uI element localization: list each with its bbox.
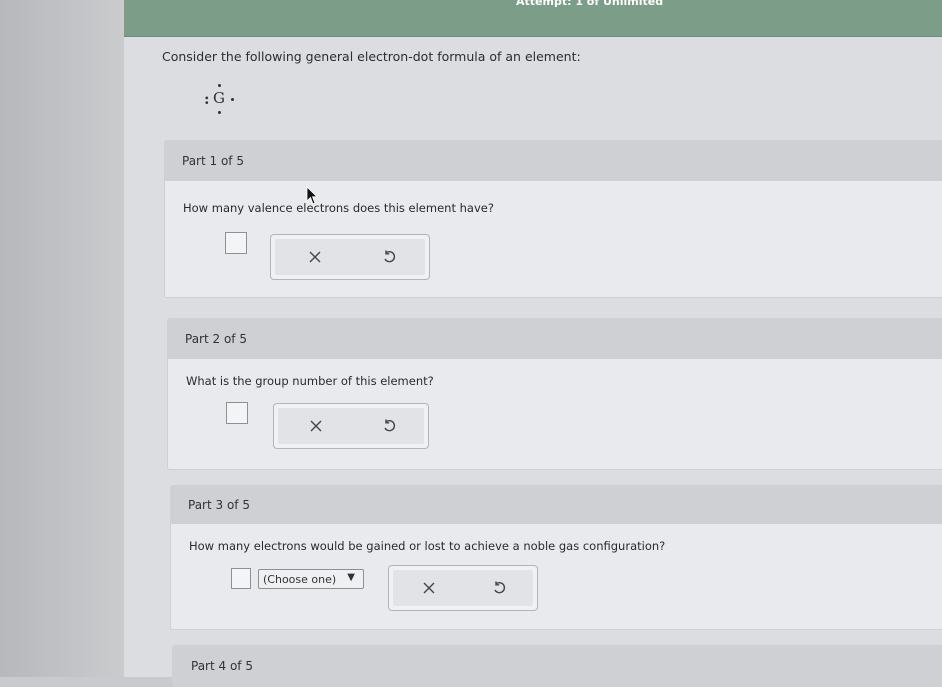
- part-4-label: Part 4 of 5: [191, 659, 253, 673]
- undo-icon: [494, 581, 506, 594]
- reset-button[interactable]: [379, 416, 399, 436]
- part-2-question: What is the group number of this element…: [186, 374, 434, 388]
- part-3-label: Part 3 of 5: [188, 498, 250, 512]
- electron-dot-right: [231, 98, 234, 101]
- part-1-label: Part 1 of 5: [182, 154, 244, 168]
- undo-icon: [384, 419, 396, 432]
- attempt-counter: Attempt: 1 of Unlimited: [516, 0, 664, 8]
- part-3-answer-input[interactable]: [231, 568, 251, 589]
- part-2-label: Part 2 of 5: [185, 332, 247, 346]
- clear-button[interactable]: [419, 578, 439, 598]
- part-4-panel: Part 4 of 5: [172, 645, 942, 687]
- screen-bezel: [0, 0, 140, 677]
- part-1-toolbar: [270, 234, 430, 280]
- question-prompt: Consider the following general electron-…: [162, 49, 581, 64]
- x-icon: [309, 251, 321, 263]
- part-3-toolbar: [388, 565, 538, 611]
- part-2-answer-input[interactable]: [226, 402, 248, 424]
- part-3-header: Part 3 of 5: [171, 486, 942, 524]
- part-4-header: Part 4 of 5: [173, 646, 942, 686]
- dropdown-value: (Choose one): [263, 572, 337, 586]
- dropdown-caret-icon: ▼: [347, 572, 355, 583]
- top-bar: Attempt: 1 of Unlimited: [124, 0, 942, 37]
- electron-dot-top: [218, 84, 221, 87]
- x-icon: [423, 582, 435, 594]
- part-1-header: Part 1 of 5: [165, 141, 942, 181]
- part-1-answer-input[interactable]: [225, 232, 247, 254]
- mouse-cursor-icon: [306, 186, 318, 205]
- x-icon: [310, 420, 322, 432]
- reset-button[interactable]: [489, 578, 509, 598]
- clear-button[interactable]: [306, 416, 326, 436]
- electron-dot-bottom: [218, 111, 221, 114]
- part-3-panel: Part 3 of 5: [170, 485, 942, 630]
- part-3-question: How many electrons would be gained or lo…: [189, 539, 666, 553]
- part-3-dropdown[interactable]: (Choose one) ▼: [258, 569, 364, 589]
- element-symbol: G: [213, 89, 225, 107]
- part-1-question: How many valence electrons does this ele…: [183, 201, 494, 215]
- clear-button[interactable]: [305, 247, 325, 267]
- lone-pair-left: :: [204, 90, 210, 108]
- part-2-toolbar: [273, 403, 429, 449]
- electron-dot-formula: : G: [204, 80, 244, 120]
- part-2-header: Part 2 of 5: [168, 319, 942, 359]
- undo-icon: [384, 250, 396, 263]
- reset-button[interactable]: [379, 247, 399, 267]
